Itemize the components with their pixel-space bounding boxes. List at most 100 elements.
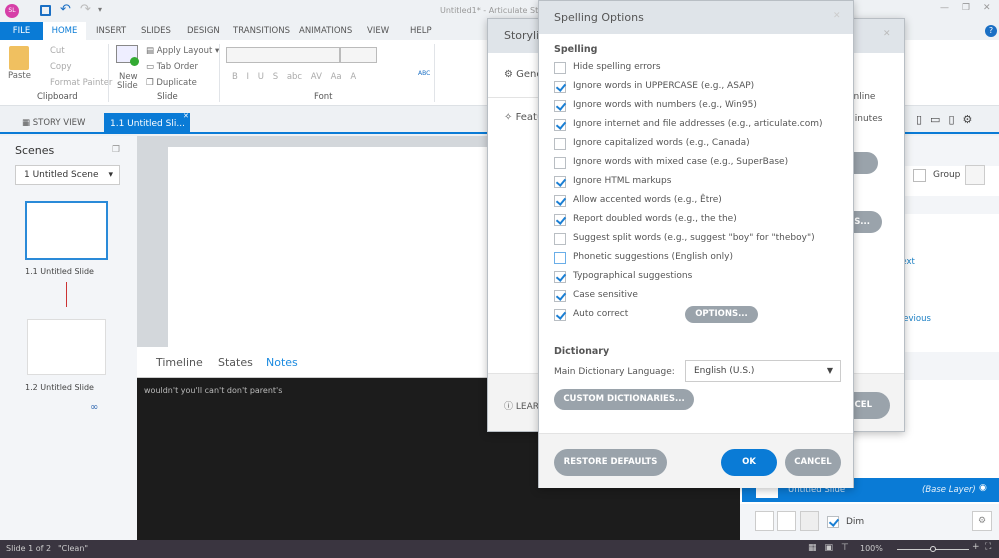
slide-label: Slide bbox=[157, 92, 178, 102]
tab-insert[interactable]: INSERT bbox=[96, 22, 126, 40]
spelling-option-checkbox[interactable] bbox=[554, 176, 566, 188]
cancel-button[interactable]: CANCEL bbox=[785, 449, 841, 476]
font-family-select[interactable] bbox=[226, 47, 340, 63]
custom-dictionaries-button[interactable]: CUSTOM DICTIONARIES... bbox=[554, 389, 694, 410]
slide-tab-active[interactable]: 1.1 Untitled Sli... bbox=[104, 113, 190, 134]
tab-transitions[interactable]: TRANSITIONS bbox=[233, 22, 290, 40]
dim-label: Dim bbox=[846, 517, 865, 527]
spelling-option-label: Ignore words with numbers (e.g., Win95) bbox=[573, 100, 757, 110]
spelling-option-checkbox[interactable] bbox=[554, 252, 566, 264]
spelling-close-icon[interactable]: ✕ bbox=[833, 11, 841, 21]
delete-layer-button[interactable] bbox=[800, 511, 819, 531]
zoom-in-icon[interactable]: + bbox=[972, 542, 980, 552]
spelling-option-checkbox[interactable] bbox=[554, 157, 566, 169]
duplicate-layer-button[interactable] bbox=[777, 511, 796, 531]
customize-icon[interactable]: ▾ bbox=[98, 5, 102, 14]
tab-view[interactable]: VIEW bbox=[367, 22, 389, 40]
minimize-icon[interactable]: — bbox=[940, 3, 949, 13]
slide-label-2: 1.2 Untitled Slide bbox=[25, 383, 94, 392]
dictionary-section-title: Dictionary bbox=[554, 346, 610, 357]
undo-icon[interactable]: ↶ bbox=[60, 2, 71, 17]
spelling-option-label: Ignore words in UPPERCASE (e.g., ASAP) bbox=[573, 81, 755, 91]
slide-thumb-1[interactable] bbox=[25, 201, 108, 260]
tab-help[interactable]: HELP bbox=[410, 22, 432, 40]
spelling-option-label: Hide spelling errors bbox=[573, 62, 661, 72]
tab-notes[interactable]: Notes bbox=[266, 356, 298, 369]
tab-order-label: Tab Order bbox=[156, 62, 198, 72]
slide-label-1: 1.1 Untitled Slide bbox=[25, 267, 94, 276]
tab-order-button[interactable]: ▭ Tab Order bbox=[146, 62, 198, 72]
fit-icon[interactable]: ⛶ bbox=[985, 542, 991, 552]
spelling-option-checkbox[interactable] bbox=[554, 138, 566, 150]
spelling-option-checkbox[interactable] bbox=[554, 233, 566, 245]
layer-settings-button[interactable]: ⚙ bbox=[972, 511, 992, 531]
format-painter-button[interactable]: Format Painter bbox=[50, 78, 112, 88]
storyline-close-icon[interactable]: ✕ bbox=[883, 29, 891, 39]
spelling-option-label: Allow accented words (e.g., Être) bbox=[573, 195, 722, 205]
new-slide-button-2[interactable]: Slide bbox=[117, 81, 138, 91]
close-icon[interactable]: ✕ bbox=[983, 3, 991, 13]
story-view-tab[interactable]: ▦ STORY VIEW bbox=[22, 118, 85, 128]
spelling-option-checkbox[interactable] bbox=[554, 309, 566, 321]
main-language-select[interactable]: English (U.S.) ▼ bbox=[685, 360, 841, 382]
spelling-option-checkbox[interactable] bbox=[554, 271, 566, 283]
view-icons[interactable]: ▯▭▯⚙ bbox=[916, 113, 980, 126]
new-layer-button[interactable] bbox=[755, 511, 774, 531]
group-label: Group bbox=[933, 170, 961, 180]
save-icon[interactable] bbox=[40, 5, 51, 16]
eye-icon[interactable]: ◉ bbox=[979, 483, 987, 493]
zoom-slider-thumb[interactable] bbox=[930, 546, 936, 552]
tab-animations[interactable]: ANIMATIONS bbox=[299, 22, 352, 40]
scene-dropdown[interactable]: 1 Untitled Scene ▾ bbox=[15, 165, 120, 185]
status-bar: Slide 1 of 2 "Clean" ▦▣⊤ 100% + ⛶ bbox=[0, 540, 999, 558]
apply-layout-button[interactable]: ▤ Apply Layout ▾ bbox=[146, 46, 219, 56]
spelling-option-checkbox[interactable] bbox=[554, 214, 566, 226]
dim-checkbox[interactable] bbox=[827, 516, 839, 528]
spelling-option-label: Case sensitive bbox=[573, 290, 638, 300]
paste-icon bbox=[9, 46, 29, 70]
notes-text: wouldn't you'll can't don't parent's bbox=[144, 386, 283, 395]
tab-slides[interactable]: SLIDES bbox=[141, 22, 171, 40]
spelling-option-label: Typographical suggestions bbox=[573, 271, 693, 281]
slide-thumb-2[interactable] bbox=[27, 319, 106, 375]
tab-home[interactable]: HOME bbox=[43, 22, 86, 40]
duplicate-button[interactable]: ❐ Duplicate bbox=[146, 78, 197, 88]
tab-design[interactable]: DESIGN bbox=[187, 22, 220, 40]
tab-timeline[interactable]: Timeline bbox=[156, 356, 203, 369]
font-label: Font bbox=[314, 92, 333, 102]
group-checkbox[interactable] bbox=[913, 169, 926, 182]
copy-button[interactable]: Copy bbox=[50, 62, 72, 72]
group-icon[interactable] bbox=[965, 165, 985, 185]
view-mode-icons[interactable]: ▦▣⊤ bbox=[808, 543, 857, 553]
options-button[interactable]: OPTIONS... bbox=[685, 306, 758, 323]
close-tab-icon[interactable]: ✕ bbox=[183, 112, 189, 120]
spelling-option-label: Ignore capitalized words (e.g., Canada) bbox=[573, 138, 750, 148]
tab-file[interactable]: FILE bbox=[0, 22, 43, 40]
help-icon[interactable]: ? bbox=[985, 25, 997, 37]
redo-icon[interactable]: ↷ bbox=[80, 2, 91, 17]
spelling-options-dialog: Spelling Options ✕ Spelling Hide spellin… bbox=[538, 0, 854, 488]
main-language-label: Main Dictionary Language: bbox=[554, 367, 675, 377]
cut-button[interactable]: Cut bbox=[50, 46, 65, 56]
restore-defaults-button[interactable]: RESTORE DEFAULTS bbox=[554, 449, 667, 476]
spelling-option-checkbox[interactable] bbox=[554, 119, 566, 131]
spelling-option-label: Ignore internet and file addresses (e.g.… bbox=[573, 119, 823, 129]
ok-button[interactable]: OK bbox=[721, 449, 777, 476]
spelling-option-checkbox[interactable] bbox=[554, 195, 566, 207]
spell-check-button[interactable]: ABC bbox=[418, 70, 430, 77]
zoom-level: 100% bbox=[860, 544, 883, 553]
font-format-buttons[interactable]: B I U S abc AV Aa A bbox=[232, 72, 356, 82]
font-size-select[interactable] bbox=[340, 47, 377, 63]
spelling-option-checkbox[interactable] bbox=[554, 81, 566, 93]
slide-count: Slide 1 of 2 bbox=[6, 544, 52, 553]
restore-icon[interactable]: ❐ bbox=[962, 3, 970, 13]
paste-button[interactable]: Paste bbox=[8, 71, 31, 81]
trigger-arrow bbox=[66, 282, 67, 307]
panel-popout-icon[interactable]: ❐ bbox=[112, 145, 120, 155]
tab-states[interactable]: States bbox=[218, 356, 253, 369]
spelling-option-checkbox[interactable] bbox=[554, 62, 566, 74]
spelling-option-checkbox[interactable] bbox=[554, 100, 566, 112]
link-icon[interactable]: ∞ bbox=[90, 402, 98, 413]
spelling-option-checkbox[interactable] bbox=[554, 290, 566, 302]
duplicate-label: Duplicate bbox=[156, 78, 197, 88]
